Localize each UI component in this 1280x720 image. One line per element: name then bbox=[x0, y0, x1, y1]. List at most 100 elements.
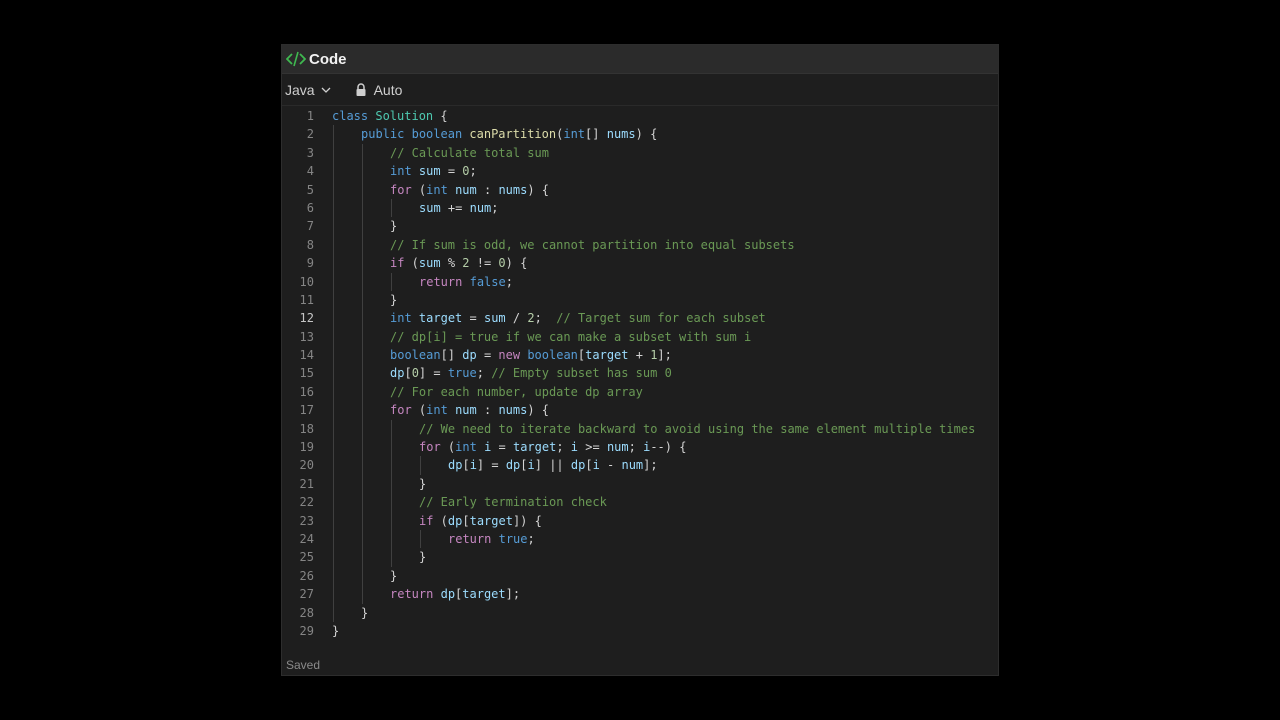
code-token: ] = bbox=[418, 366, 448, 381]
code-line[interactable]: 17 for (int num : nums) { bbox=[282, 401, 998, 420]
code-token: for bbox=[390, 182, 412, 197]
code-token: num bbox=[606, 440, 629, 455]
code-token: boolean bbox=[411, 127, 463, 142]
indent-guide bbox=[362, 401, 363, 420]
code-text: } bbox=[390, 567, 397, 585]
indent-guide bbox=[333, 162, 334, 181]
line-number: 12 bbox=[299, 311, 314, 326]
code-token: boolean bbox=[527, 348, 578, 363]
code-token: } bbox=[419, 476, 427, 491]
code-line[interactable]: 21} bbox=[282, 474, 998, 494]
code-line[interactable]: 7} bbox=[282, 217, 998, 236]
indent-guide bbox=[391, 456, 392, 475]
code-token: [ bbox=[585, 458, 593, 473]
code-line[interactable]: 2 public boolean canPartition(int[] nums)… bbox=[282, 125, 998, 144]
code-line[interactable]: 14 boolean[] dp = new boolean[target + 1]… bbox=[282, 346, 998, 365]
indent-guide bbox=[333, 566, 334, 586]
code-token: 2 bbox=[462, 256, 470, 271]
line-number: 24 bbox=[299, 531, 314, 546]
code-token: true bbox=[498, 531, 528, 546]
code-line[interactable]: 6 sum += num; bbox=[282, 198, 998, 218]
code-line[interactable]: 25} bbox=[282, 548, 998, 567]
code-text: boolean[] dp = new boolean[target + 1]; bbox=[390, 346, 672, 364]
code-token: // If sum is odd, we cannot partition in… bbox=[390, 237, 795, 252]
code-line[interactable]: 28} bbox=[282, 603, 998, 622]
code-line[interactable]: 20 dp[i] = dp[i] || dp[i - num]; bbox=[282, 456, 998, 475]
indent-guide bbox=[362, 162, 363, 181]
code-token: ( bbox=[440, 440, 456, 455]
code-token: false bbox=[469, 274, 506, 289]
code-line[interactable]: 16 // For each number, update dp array bbox=[282, 382, 998, 402]
line-number: 3 bbox=[306, 145, 314, 160]
code-token: } bbox=[390, 292, 398, 307]
code-text: int sum = 0; bbox=[390, 162, 477, 180]
code-token: [ bbox=[462, 458, 470, 473]
indent-guide bbox=[333, 456, 334, 475]
code-line[interactable]: 13 // dp[i] = true if we can make a subse… bbox=[282, 327, 998, 347]
line-number: 10 bbox=[299, 274, 314, 289]
panel-header: Code bbox=[282, 45, 998, 74]
code-line[interactable]: 3 // Calculate total sum bbox=[282, 143, 998, 163]
code-line[interactable]: 18 // We need to iterate backward to avoi… bbox=[282, 419, 998, 439]
auto-mode-label: Auto bbox=[373, 81, 403, 98]
code-token: // For each number, update dp array bbox=[390, 384, 643, 399]
code-line[interactable]: 8 // If sum is odd, we cannot partition i… bbox=[282, 235, 998, 255]
code-line[interactable]: 4 int sum = 0; bbox=[282, 162, 998, 181]
auto-mode[interactable]: Auto bbox=[355, 81, 403, 98]
code-line[interactable]: 19 for (int i = target; i >= num; i--) { bbox=[282, 438, 998, 457]
indent-guide bbox=[362, 529, 363, 549]
code-line[interactable]: 12 int target = sum / 2; // Target sum fo… bbox=[282, 309, 998, 328]
code-token: i bbox=[469, 458, 477, 473]
code-token: sum bbox=[483, 311, 506, 326]
code-text: } bbox=[332, 622, 339, 640]
code-token: dp bbox=[570, 458, 586, 473]
code-token: dp bbox=[448, 458, 463, 473]
indent-guide bbox=[362, 180, 363, 199]
code-line[interactable]: 26} bbox=[282, 566, 998, 586]
code-line[interactable]: 10 return false; bbox=[282, 272, 998, 291]
code-token: num bbox=[455, 182, 477, 197]
code-token: return bbox=[390, 587, 434, 602]
line-number: 27 bbox=[299, 587, 314, 602]
code-token: : bbox=[476, 182, 499, 197]
code-token: ]; bbox=[505, 587, 521, 602]
indent-guide bbox=[333, 180, 334, 199]
code-line[interactable]: 15 dp[0] = true; // Empty subset has sum … bbox=[282, 364, 998, 383]
code-token: ]; bbox=[657, 348, 672, 363]
code-token: // dp[i] = true if we can make a subset … bbox=[390, 329, 752, 344]
language-select[interactable]: Java bbox=[285, 82, 331, 98]
line-number: 5 bbox=[306, 182, 314, 197]
code-token: // Target sum for each subset bbox=[556, 311, 766, 326]
code-line[interactable]: 9 if (sum % 2 != 0) { bbox=[282, 254, 998, 273]
indent-guide bbox=[391, 548, 392, 567]
code-line[interactable]: 5 for (int num : nums) { bbox=[282, 180, 998, 199]
code-line[interactable]: 23 if (dp[target]) { bbox=[282, 511, 998, 530]
code-line[interactable]: 24 return true; bbox=[282, 529, 998, 549]
code-text: } bbox=[390, 217, 397, 235]
code-token: for bbox=[419, 440, 441, 455]
code-line[interactable]: 27 return dp[target]; bbox=[282, 585, 998, 604]
line-number: 16 bbox=[299, 384, 314, 399]
code-token: ) { bbox=[527, 182, 550, 197]
code-line[interactable]: 29} bbox=[282, 622, 998, 640]
code-token: 2 bbox=[527, 311, 535, 326]
code-line[interactable]: 22 // Early termination check bbox=[282, 493, 998, 512]
line-number: 8 bbox=[306, 237, 314, 252]
code-text: // dp[i] = true if we can make a subset … bbox=[390, 328, 751, 346]
code-line[interactable]: 1 class Solution { bbox=[282, 107, 998, 125]
code-token: nums bbox=[498, 403, 528, 418]
indent-guide bbox=[333, 198, 334, 218]
code-token: ] || bbox=[534, 458, 571, 473]
code-token: 0 bbox=[498, 256, 506, 271]
line-number: 25 bbox=[299, 550, 314, 565]
code-line[interactable]: 11} bbox=[282, 290, 998, 310]
line-number: 21 bbox=[299, 476, 314, 491]
code-editor[interactable]: 1 class Solution {2 public boolean canPart… bbox=[282, 107, 998, 653]
indent-guide bbox=[362, 548, 363, 567]
code-token: ; bbox=[476, 366, 492, 381]
code-token: sum bbox=[418, 164, 441, 179]
code-token: 0 bbox=[462, 164, 470, 179]
